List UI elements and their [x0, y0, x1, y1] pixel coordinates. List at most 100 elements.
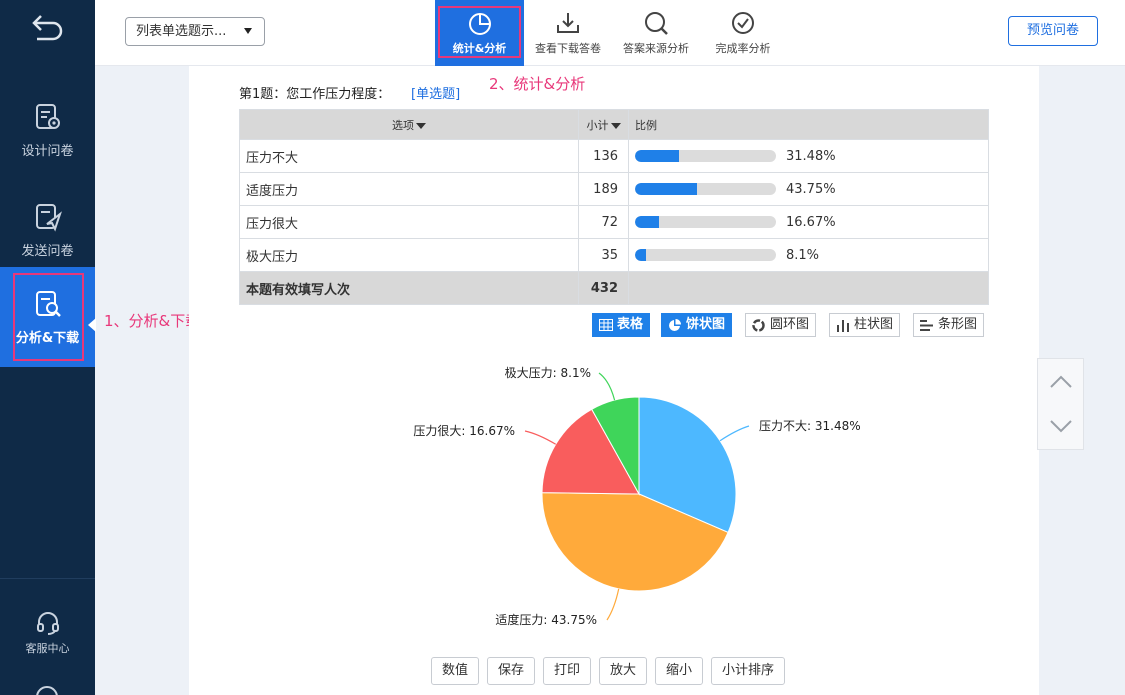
pie-slice-label: 压力不大: 31.48%	[759, 419, 861, 433]
annotation-sidebar: 1、分析&下载	[104, 312, 201, 330]
back-button[interactable]	[0, 0, 95, 55]
pie-slice-label: 适度压力: 43.75%	[495, 612, 597, 627]
ratio-cell: 31.48%	[628, 139, 989, 173]
count-cell: 136	[578, 139, 629, 173]
pie-slice-label: 压力很大: 16.67%	[413, 424, 515, 438]
table-header-row: 选项 小计 比例	[239, 109, 989, 140]
top-toolbar: 列表单选题示... 统计&分析 查看下载答卷 答案来源分析 完成率分析 预览问卷	[95, 0, 1125, 66]
back-arrow-icon	[31, 14, 62, 40]
survey-select-value: 列表单选题示...	[136, 24, 227, 39]
save-button[interactable]: 保存	[487, 657, 535, 685]
download-icon	[557, 13, 579, 33]
table-row: 压力不大 136 31.48%	[239, 139, 989, 173]
design-survey-icon	[35, 103, 60, 129]
progress-bar	[635, 216, 776, 228]
tab-source-analysis[interactable]: 答案来源分析	[613, 0, 699, 66]
chart-type-label: 柱状图	[854, 317, 894, 332]
support-label: 客服中心	[25, 642, 70, 655]
sidebar-item-label: 设计问卷	[21, 143, 74, 159]
sidebar-item-send[interactable]: 发送问卷	[0, 180, 95, 280]
zoom-in-button[interactable]: 放大	[599, 657, 647, 685]
option-cell: 适度压力	[239, 172, 579, 206]
tab-label: 答案来源分析	[623, 42, 689, 55]
sort-by-count-button[interactable]: 小计排序	[711, 657, 785, 685]
tab-completion-analysis[interactable]: 完成率分析	[703, 0, 783, 66]
headset-icon	[36, 612, 59, 635]
chart-type-column-button[interactable]: 柱状图	[829, 313, 901, 337]
annotation-tab: 2、统计&分析	[489, 75, 586, 93]
chart-type-table-button[interactable]: 表格	[592, 313, 651, 337]
sidebar-item-label: 发送问卷	[21, 243, 74, 259]
ratio-text: 8.1%	[786, 247, 820, 263]
ratio-cell: 8.1%	[628, 238, 989, 272]
pie-chart-icon	[669, 319, 681, 331]
chevron-down-icon[interactable]	[1050, 415, 1072, 437]
header-option[interactable]: 选项	[239, 109, 579, 140]
sidebar-item-analysis[interactable]: 分析&下载	[0, 267, 95, 367]
header-ratio: 比例	[628, 109, 989, 140]
search-icon	[645, 12, 668, 35]
chevron-up-icon[interactable]	[1050, 371, 1072, 393]
ratio-text: 31.48%	[786, 148, 836, 164]
pie-chart: 压力不大: 31.48% 适度压力: 43.75% 压力很大: 16.67% 极大压力…	[413, 366, 861, 627]
stats-table: 选项 小计 比例 压力不大 136 31.48% 适度压力 189 43.75%…	[239, 109, 989, 305]
chart-type-donut-button[interactable]: 圆环图	[745, 313, 817, 337]
send-survey-icon	[35, 203, 62, 232]
tab-view-download[interactable]: 查看下载答卷	[525, 0, 611, 66]
pointer-arrow	[88, 318, 96, 332]
check-circle-icon	[732, 12, 754, 34]
total-label: 本题有效填写人次	[239, 271, 579, 305]
preview-survey-button[interactable]: 预览问卷	[1008, 16, 1098, 46]
chart-type-label: 条形图	[938, 317, 978, 332]
column-chart-icon	[837, 320, 849, 332]
table-row: 压力很大 72 16.67%	[239, 205, 989, 239]
table-row: 极大压力 35 8.1%	[239, 238, 989, 272]
question-type-link[interactable]: [单选题]	[411, 83, 460, 102]
tab-label: 查看下载答卷	[535, 42, 601, 55]
progress-fill	[635, 150, 680, 162]
print-button[interactable]: 打印	[543, 657, 591, 685]
progress-fill	[635, 183, 697, 195]
ratio-text: 16.67%	[786, 214, 836, 230]
sidebar-divider	[0, 578, 95, 579]
values-button[interactable]: 数值	[431, 657, 479, 685]
ratio-text: 43.75%	[786, 181, 836, 197]
progress-bar	[635, 150, 776, 162]
header-count[interactable]: 小计	[578, 109, 629, 140]
progress-fill	[635, 216, 659, 228]
chart-type-label: 饼状图	[686, 317, 726, 332]
chart-type-label: 圆环图	[770, 317, 810, 332]
donut-chart-icon	[752, 319, 765, 332]
help-icon[interactable]	[36, 686, 58, 695]
sidebar: 设计问卷 发送问卷 分析&下载 客服中心	[0, 0, 95, 695]
ratio-cell: 43.75%	[628, 172, 989, 206]
ratio-cell: 16.67%	[628, 205, 989, 239]
tab-label: 完成率分析	[715, 42, 771, 55]
sort-icon	[610, 122, 621, 129]
table-total-row: 本题有效填写人次 432	[239, 271, 989, 305]
pie-label-line	[719, 425, 750, 442]
progress-bar	[635, 183, 776, 195]
pie-label-line	[524, 430, 557, 445]
sort-icon	[416, 122, 426, 129]
pie-label-line	[598, 372, 616, 401]
chart-type-pie-button[interactable]: 饼状图	[661, 313, 733, 337]
highlight-box	[13, 273, 84, 361]
bar-chart-icon	[920, 320, 933, 331]
question-title: 第1题：您工作压力程度：	[239, 87, 391, 102]
pie-label-line	[606, 588, 620, 621]
zoom-out-button[interactable]: 缩小	[655, 657, 703, 685]
option-cell: 压力很大	[239, 205, 579, 239]
scroll-control	[1037, 358, 1084, 450]
pie-slice-label: 极大压力: 8.1%	[505, 366, 591, 380]
tab-statistics[interactable]: 统计&分析	[435, 0, 524, 66]
survey-select[interactable]: 列表单选题示...	[125, 17, 265, 46]
chart-type-bar-button[interactable]: 条形图	[913, 313, 985, 337]
chevron-down-icon	[244, 28, 252, 34]
total-value: 432	[578, 271, 629, 305]
table-icon	[599, 319, 613, 331]
chart-type-label: 表格	[617, 317, 644, 332]
support-center-button[interactable]: 客服中心	[0, 610, 95, 656]
sidebar-item-design[interactable]: 设计问卷	[0, 80, 95, 180]
option-cell: 压力不大	[239, 139, 579, 173]
